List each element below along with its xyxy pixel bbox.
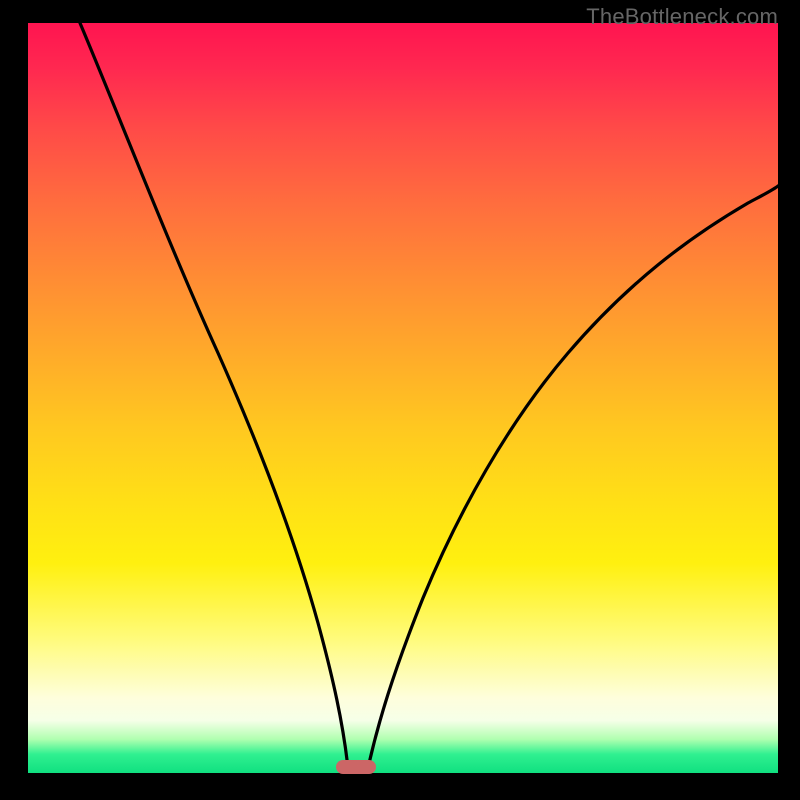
plot-area [28,23,778,773]
curve-left-branch [80,23,348,768]
curve-right-branch [368,186,778,768]
watermark-label: TheBottleneck.com [586,4,778,30]
curve-layer [28,23,778,773]
chart-frame: TheBottleneck.com [0,0,800,800]
bottleneck-marker [336,760,376,774]
